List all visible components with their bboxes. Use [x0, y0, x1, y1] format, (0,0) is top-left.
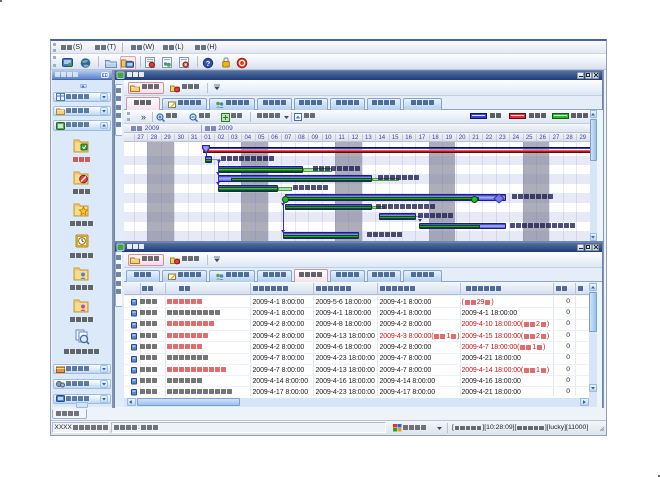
svg-text:?: ? — [206, 59, 211, 68]
